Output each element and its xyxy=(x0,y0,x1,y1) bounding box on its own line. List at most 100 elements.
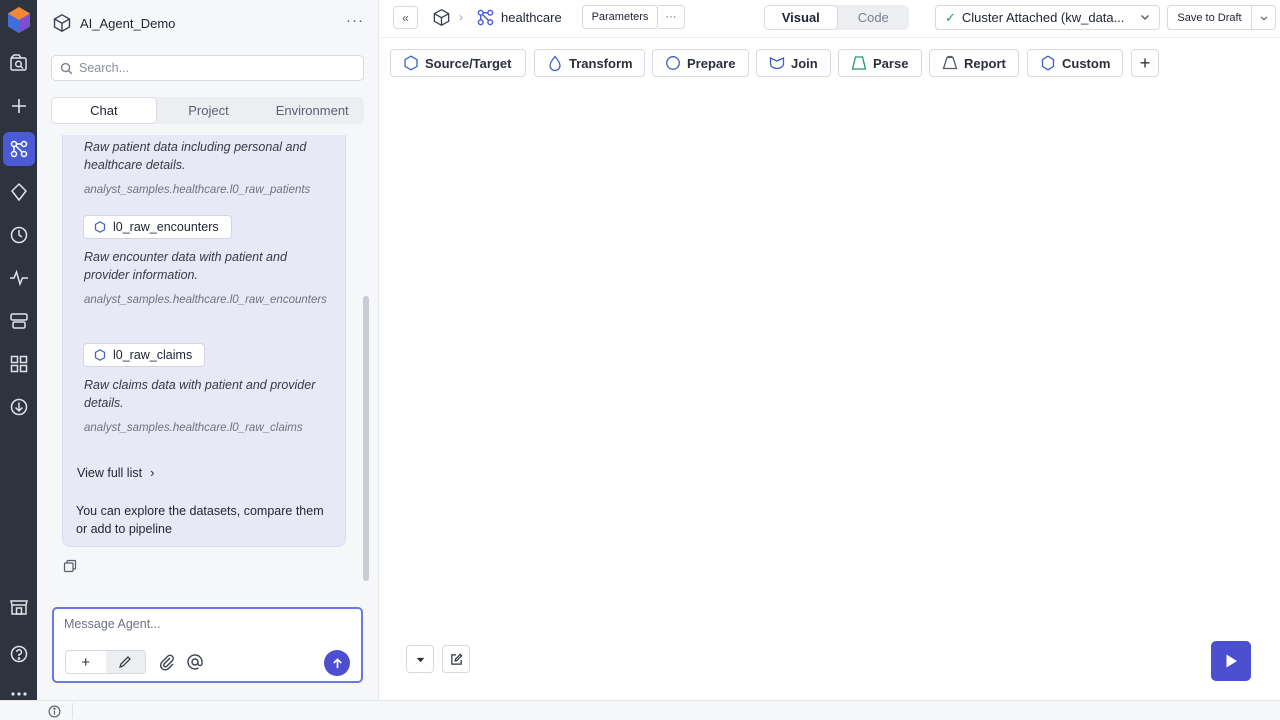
project-more-button[interactable]: ··· xyxy=(346,12,364,29)
join-icon xyxy=(769,56,785,70)
tab-code[interactable]: Code xyxy=(838,5,910,30)
canvas-menu-button[interactable] xyxy=(406,645,434,673)
app-window: AI_Agent_Demo ··· Chat Project Environme… xyxy=(0,0,1280,720)
check-icon: ✓ xyxy=(945,9,956,25)
circle-icon xyxy=(666,56,680,70)
attach-icon[interactable] xyxy=(158,653,176,671)
rail-history-icon[interactable] xyxy=(3,218,35,252)
tab-environment[interactable]: Environment xyxy=(260,97,364,124)
add-gem-button[interactable]: + xyxy=(1131,49,1159,77)
rail-layers-icon[interactable] xyxy=(3,304,35,338)
play-icon xyxy=(1226,654,1237,668)
top-bar: « › healthcare Parameters ··· Visual Cod… xyxy=(379,0,1280,38)
info-icon[interactable] xyxy=(48,705,61,718)
chevron-down-icon xyxy=(1260,15,1267,20)
gem-prepare-button[interactable]: Prepare xyxy=(652,49,749,77)
view-full-list-label: View full list xyxy=(77,465,143,480)
rail-gem-icon[interactable] xyxy=(3,175,35,209)
message-input[interactable] xyxy=(64,617,354,637)
gem-report-button[interactable]: Report xyxy=(929,49,1019,77)
dataset-chip-label: l0_raw_encounters xyxy=(113,220,219,234)
chevron-right-icon: › xyxy=(150,465,155,480)
report-icon xyxy=(942,55,958,70)
parameters-more-button[interactable]: ··· xyxy=(658,5,685,29)
gem-label: Parse xyxy=(873,55,909,71)
pipeline-canvas[interactable] xyxy=(380,88,1280,700)
arrow-up-icon xyxy=(332,657,342,668)
send-button[interactable] xyxy=(324,650,350,676)
chat-scrollbar[interactable] xyxy=(363,296,369,581)
agent-message: Raw patient data including personal and … xyxy=(62,135,346,547)
panel-tabs: Chat Project Environment xyxy=(51,97,364,124)
collapse-panel-button[interactable]: « xyxy=(393,6,418,29)
edit-icon xyxy=(450,653,462,665)
hexagon-icon xyxy=(404,55,418,71)
pencil-icon xyxy=(119,656,132,668)
dataset-description: Raw claims data with patient and provide… xyxy=(84,378,316,410)
gem-transform-button[interactable]: Transform xyxy=(534,49,645,77)
view-full-list-link[interactable]: View full list › xyxy=(77,465,154,480)
status-divider xyxy=(72,703,73,719)
app-logo[interactable] xyxy=(5,6,33,34)
rail-search-icon[interactable] xyxy=(3,46,35,80)
gem-label: Report xyxy=(964,55,1006,71)
dataset-description: Raw patient data including personal and … xyxy=(84,140,307,172)
rail-add-icon[interactable] xyxy=(3,89,35,123)
tab-project[interactable]: Project xyxy=(157,97,261,124)
hexagon-icon xyxy=(1041,55,1055,71)
save-to-draft-button[interactable]: Save to Draft xyxy=(1167,5,1252,30)
search-box[interactable] xyxy=(51,55,364,81)
rail-download-icon[interactable] xyxy=(3,390,35,424)
parameters-button[interactable]: Parameters xyxy=(582,5,658,29)
gem-label: Source/Target xyxy=(425,55,512,71)
gem-custom-button[interactable]: Custom xyxy=(1027,49,1123,77)
project-name: AI_Agent_Demo xyxy=(80,15,176,31)
rail-help-icon[interactable] xyxy=(3,637,35,671)
tab-visual[interactable]: Visual xyxy=(764,5,838,30)
left-panel: AI_Agent_Demo ··· Chat Project Environme… xyxy=(37,0,379,700)
dataset-path: analyst_samples.healthcare.l0_raw_encoun… xyxy=(84,294,327,306)
status-bar xyxy=(0,700,1280,720)
rail-activity-icon[interactable] xyxy=(3,261,35,295)
gem-label: Transform xyxy=(569,55,633,71)
rail-apps-icon[interactable] xyxy=(3,347,35,381)
tab-chat[interactable]: Chat xyxy=(51,97,157,124)
dataset-chip-claims[interactable]: l0_raw_claims xyxy=(83,343,206,367)
pipeline-icon xyxy=(477,9,494,26)
dataset-chip-encounters[interactable]: l0_raw_encounters xyxy=(83,215,232,239)
breadcrumb-separator: › xyxy=(459,10,463,24)
edit-mode-button[interactable] xyxy=(105,651,145,673)
search-icon xyxy=(60,62,73,74)
cluster-select[interactable]: ✓ Cluster Attached (kw_data... xyxy=(935,5,1160,30)
message-tail-text: You can explore the datasets, compare th… xyxy=(76,504,324,536)
mode-toggle: + xyxy=(65,650,146,674)
rail-pipeline-icon[interactable] xyxy=(2,132,35,166)
dataset-path: analyst_samples.healthcare.l0_raw_patien… xyxy=(84,184,311,196)
dataset-description: Raw encounter data with patient and prov… xyxy=(84,250,287,282)
caret-down-icon xyxy=(416,657,424,662)
rail-store-icon[interactable] xyxy=(3,590,35,624)
gem-label: Prepare xyxy=(687,55,736,71)
chevron-down-icon xyxy=(1141,15,1149,20)
message-composer: + xyxy=(52,607,363,683)
gem-join-button[interactable]: Join xyxy=(756,49,831,77)
drop-icon xyxy=(549,55,561,71)
run-pipeline-button[interactable] xyxy=(1211,641,1251,681)
hexagon-icon xyxy=(94,221,106,233)
save-options-button[interactable] xyxy=(1252,5,1276,30)
search-input[interactable] xyxy=(79,61,349,75)
view-toggle: Visual Code xyxy=(764,5,909,30)
canvas-edit-button[interactable] xyxy=(442,645,470,673)
mention-icon[interactable] xyxy=(186,653,204,671)
dataset-path: analyst_samples.healthcare.l0_raw_claims xyxy=(84,422,303,434)
chat-scroll-area[interactable]: Raw patient data including personal and … xyxy=(37,135,379,585)
gem-parse-button[interactable]: Parse xyxy=(838,49,922,77)
hexagon-icon xyxy=(94,349,106,361)
copy-icon[interactable] xyxy=(63,559,77,573)
add-context-button[interactable]: + xyxy=(66,651,106,673)
gem-source-target-button[interactable]: Source/Target xyxy=(390,49,526,77)
gem-label: Custom xyxy=(1062,55,1111,71)
pipeline-name[interactable]: healthcare xyxy=(501,10,562,25)
project-cube-icon[interactable] xyxy=(432,8,451,27)
left-rail xyxy=(0,0,37,700)
